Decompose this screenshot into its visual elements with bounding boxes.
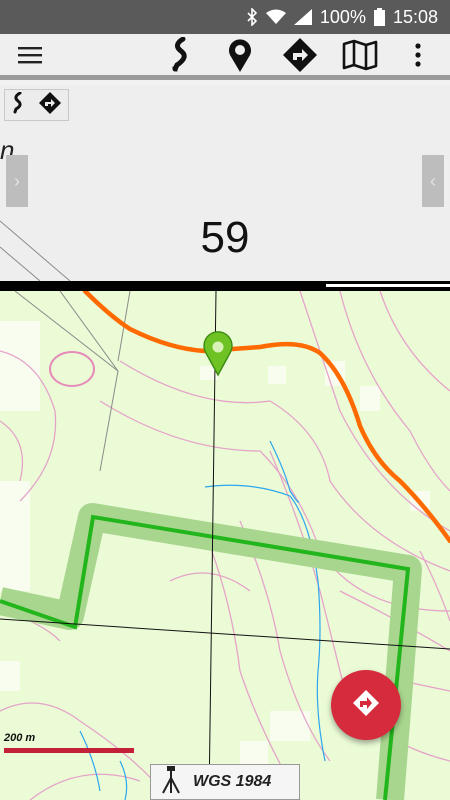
divider-progress-remainder: [326, 284, 450, 287]
coordinate-system-label: WGS 1984: [193, 773, 272, 790]
location-button[interactable]: [220, 34, 260, 80]
route-icon: [169, 36, 191, 78]
map-scale: 200 m: [4, 732, 134, 753]
scale-bar: [4, 748, 134, 753]
directions-button[interactable]: [280, 34, 320, 80]
panel-map-divider: [0, 281, 450, 291]
more-vert-icon: [415, 42, 421, 72]
tripod-icon: [161, 765, 181, 799]
map-button[interactable]: [340, 34, 380, 80]
track-line: [82, 291, 450, 544]
bluetooth-icon: [246, 8, 258, 26]
wifi-icon: [265, 9, 286, 25]
battery-percent: 100%: [319, 6, 366, 27]
directions-icon: [282, 37, 318, 78]
chevron-right-icon: ›: [14, 170, 20, 191]
navigate-fab[interactable]: [331, 670, 401, 740]
scale-label: 200 m: [4, 732, 36, 744]
panel-value: 59: [200, 213, 250, 262]
boundary-line: [0, 514, 411, 800]
map-icon: [342, 39, 378, 76]
signal-icon: [293, 9, 312, 25]
app-toolbar: [0, 34, 450, 80]
directions-fab-icon: [352, 689, 380, 722]
directions-small-icon[interactable]: [38, 91, 62, 120]
panel-next-tab[interactable]: ‹: [422, 155, 444, 207]
status-bar: 100% 15:08: [0, 0, 450, 34]
more-options-button[interactable]: [398, 34, 438, 80]
data-panel: n › ‹ 59: [0, 85, 450, 281]
route-small-icon[interactable]: [11, 91, 25, 119]
coordinate-system-button[interactable]: WGS 1984: [150, 764, 300, 800]
location-pin-icon: [227, 37, 253, 78]
battery-icon: [373, 8, 385, 26]
menu-button[interactable]: [10, 34, 50, 80]
route-button[interactable]: [160, 34, 200, 80]
chevron-left-icon: ‹: [430, 170, 436, 191]
clock: 15:08: [392, 6, 438, 27]
menu-icon: [18, 46, 42, 69]
panel-prev-tab[interactable]: ›: [6, 155, 28, 207]
panel-mode-switcher[interactable]: [4, 89, 69, 121]
